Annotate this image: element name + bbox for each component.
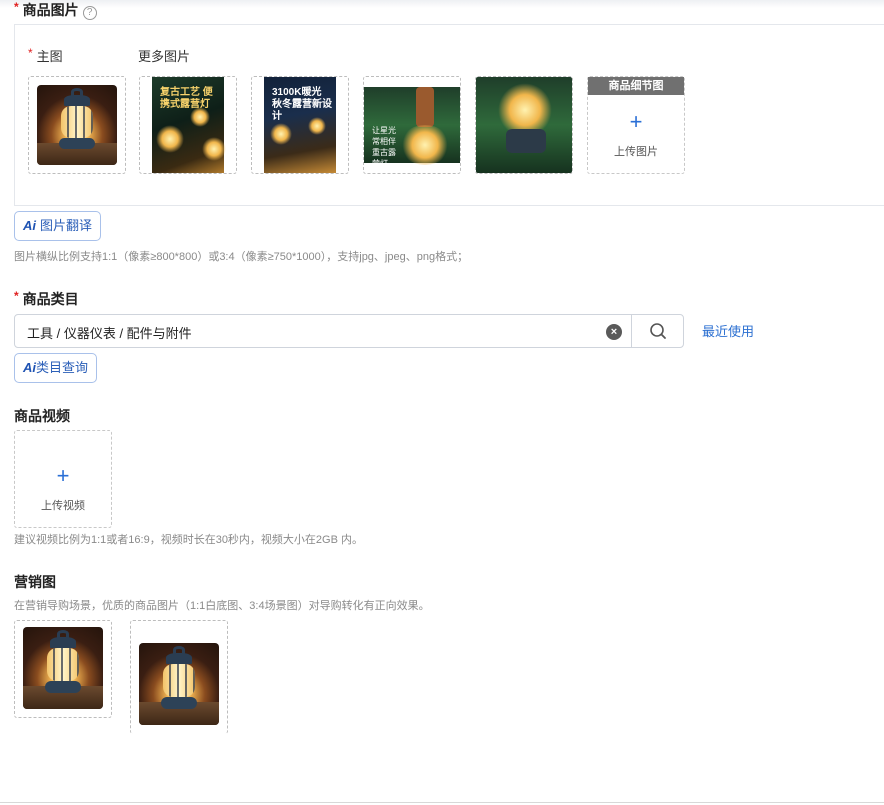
- marketing-image-square[interactable]: [14, 620, 112, 718]
- more-image-thumb[interactable]: 复古工艺 便携式露营灯: [139, 76, 237, 174]
- category-input[interactable]: 工具 / 仪器仪表 / 配件与附件 ×: [14, 314, 684, 348]
- poster-image: [476, 77, 572, 173]
- image-hint: 图片横纵比例支持1:1（像素≥800*800）或3:4（像素≥750*1000）…: [14, 251, 469, 263]
- ai-icon: Ai: [23, 218, 36, 233]
- poster-image: 复古工艺 便携式露营灯: [152, 77, 226, 173]
- lantern-image: [139, 643, 219, 725]
- bottom-divider: [0, 802, 884, 803]
- main-image-thumb[interactable]: [28, 76, 126, 174]
- more-images-label: 更多图片: [138, 49, 191, 64]
- detail-image-upload[interactable]: 商品细节图 + 上传图片: [587, 76, 685, 174]
- help-icon[interactable]: ?: [82, 6, 97, 20]
- plus-icon: +: [56, 463, 70, 488]
- video-upload[interactable]: + 上传视频: [14, 430, 112, 528]
- video-hint: 建议视频比例为1:1或者16:9，视频时长在30秒内，视频大小在2GB 内。: [14, 534, 364, 546]
- detail-image-header: 商品细节图: [588, 77, 684, 95]
- search-icon: [650, 323, 666, 339]
- ai-image-translate-button[interactable]: Ai 图片翻译: [14, 211, 102, 241]
- product-images-label: * 商品图片?: [14, 0, 97, 20]
- more-image-thumb[interactable]: 3100K暖光 秋冬露营新设计: [251, 76, 349, 174]
- poster-image: 让星光 常相伴 重古露营灯: [364, 87, 460, 168]
- upload-image-label: 上传图片: [614, 146, 658, 158]
- lantern-image: [23, 627, 103, 709]
- upload-video-label: 上传视频: [41, 500, 85, 512]
- category-value: 工具 / 仪器仪表 / 配件与附件: [27, 326, 192, 341]
- ai-category-query-button[interactable]: Ai类目查询: [14, 353, 98, 383]
- recent-used-link[interactable]: 最近使用: [702, 321, 754, 340]
- marketing-label: 营销图: [14, 574, 56, 590]
- category-search-button[interactable]: [631, 315, 684, 347]
- lantern-image: [37, 85, 117, 165]
- marketing-hint: 在营销导购场景，优质的商品图片（1:1白底图、3:4场景图）对导购转化有正向效果…: [14, 600, 430, 612]
- clear-icon[interactable]: ×: [606, 324, 622, 340]
- more-image-thumb[interactable]: 让星光 常相伴 重古露营灯: [363, 76, 461, 174]
- video-label: 商品视频: [14, 408, 70, 424]
- poster-image: 3100K暖光 秋冬露营新设计: [264, 77, 336, 173]
- top-shadow: [0, 0, 884, 8]
- marketing-image-scene[interactable]: [130, 620, 228, 734]
- ai-icon: Ai: [23, 360, 36, 375]
- more-image-thumb[interactable]: [475, 76, 573, 174]
- plus-icon: +: [629, 109, 643, 134]
- main-image-label: * 主图: [28, 46, 63, 64]
- category-label: * 商品类目: [14, 289, 79, 307]
